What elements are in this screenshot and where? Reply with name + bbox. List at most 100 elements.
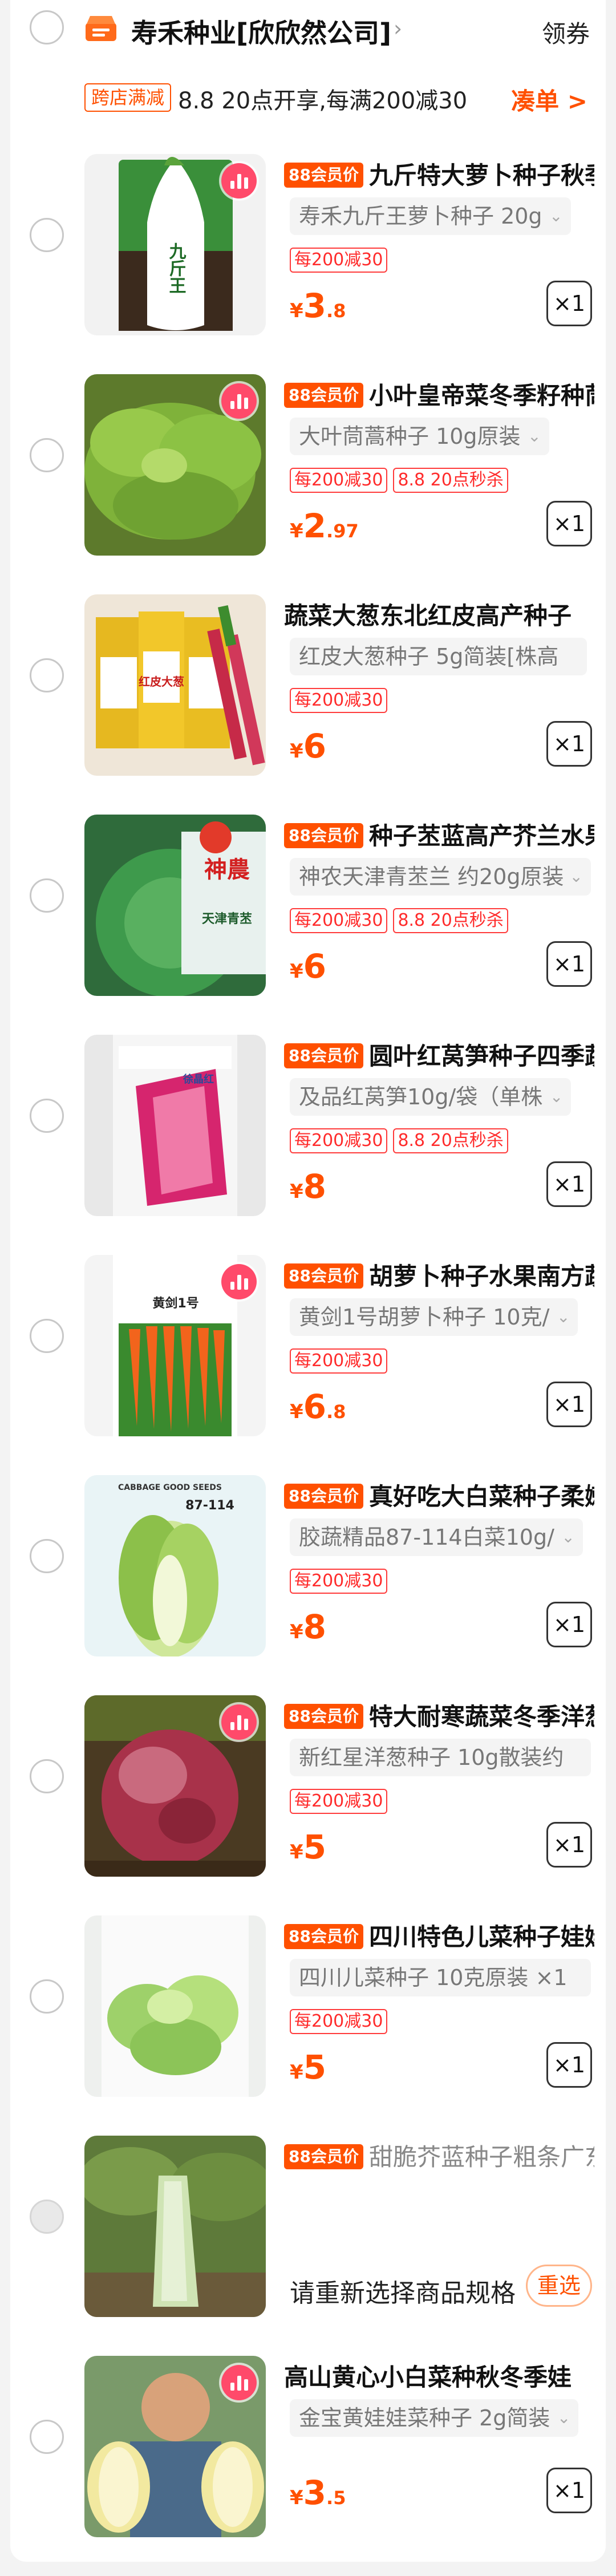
product-image[interactable] [84,1695,266,1877]
promo-tags: 每200减30 [290,1569,393,1595]
item-title[interactable]: 88会员价 四川特色儿菜种子娃娃 [284,1918,594,1952]
shop-select-radio[interactable] [30,10,64,44]
sku-text: 四川儿菜种子 10克原装 ×1 [299,1965,568,1990]
quantity-button[interactable]: ×1 [546,721,592,767]
sku-selector[interactable]: 金宝黄娃娃菜种子 2g简装 ⌄ [290,2399,579,2437]
product-image[interactable] [84,374,266,556]
sku-selector[interactable]: 大叶茼蒿种子 10g原装 ⌄ [290,418,549,455]
product-image[interactable] [84,2136,266,2317]
item-select-radio[interactable] [30,2420,64,2454]
sku-selector[interactable]: 神农天津青苤兰 约20g原装 ⌄ [290,858,591,896]
cart-shop-card: 寿禾种业[欣欣然公司] › 领券 跨店满减 8.8 20点开享,每满200减30… [10,0,606,2562]
promo-row: 跨店满减 8.8 20点开享,每满200减30 凑单 > [10,74,606,120]
vip-price-badge: 88会员价 [284,163,363,188]
vip-price-badge: 88会员价 [284,1704,363,1729]
sku-text: 神农天津青苤兰 约20g原装 [299,864,564,889]
discount-tag: 每200减30 [290,688,388,713]
item-title-text: 甜脆芥蓝种子粗条广东 [368,2143,594,2171]
cart-item: 88会员价 特大耐寒蔬菜冬季洋葱 新红星洋葱种子 10g散装约 每200减30 ¥… [10,1695,606,1915]
cart-item: 神農 天津青苤 88会员价 种子苤蓝高产芥兰水果 神农天津青苤兰 约20g原装 ⌄ … [10,815,606,1035]
promo-text: 8.8 20点开享,每满200减30 [178,88,468,114]
sku-selector[interactable]: 四川儿菜种子 10克原装 ×1 [290,1959,591,1996]
item-title[interactable]: 88会员价 九斤特大萝卜种子秋季 [284,156,594,191]
discount-tag: 每200减30 [290,1789,388,1814]
cart-item: 高山黄心小白菜种秋冬季娃 金宝黄娃娃菜种子 2g简装 ⌄ ¥3.5 ×1 [10,2356,606,2576]
item-select-radio[interactable] [30,878,64,913]
sku-selector[interactable]: 寿禾九斤王萝卜种子 20g ⌄ [290,197,571,235]
item-title[interactable]: 88会员价 真好吃大白菜种子柔嫩 [284,1477,594,1512]
cart-item: 黄剑1号 88会员价 胡萝卜种子水果南方蔬 黄剑1号胡萝卜种子 10克/ ⌄ 每20… [10,1255,606,1475]
discount-tag: 每200减30 [290,2009,388,2034]
sku-text: 红皮大葱种子 5g简装[株高 [299,644,559,669]
item-select-radio[interactable] [30,1319,64,1353]
item-price: ¥6 [290,947,327,986]
add-items-link[interactable]: 凑单 > [511,82,587,117]
item-title[interactable]: 88会员价 甜脆芥蓝种子粗条广东 [284,2138,594,2172]
promo-tags: 每200减30 8.8 20点秒杀 [290,1128,514,1155]
hot-trend-icon [221,163,257,199]
sku-selector[interactable]: 胶蔬精品87-114白菜10g/ ⌄ [290,1518,583,1556]
quantity-button[interactable]: ×1 [546,1602,592,1647]
discount-tag: 每200减30 [290,248,388,273]
flash-sale-tag: 8.8 20点秒杀 [393,1128,508,1153]
hot-trend-icon [221,1704,257,1740]
product-image[interactable]: 徐晶红 [84,1035,266,1216]
sku-selector[interactable]: 黄剑1号胡萝卜种子 10克/ ⌄ [290,1298,578,1336]
promo-tags: 每200减30 8.8 20点秒杀 [290,468,514,494]
item-select-radio[interactable] [30,438,64,472]
coupon-button[interactable]: 领券 [542,15,590,50]
quantity-button[interactable]: ×1 [546,281,592,326]
item-price: ¥6 [290,727,327,765]
product-image[interactable]: 黄剑1号 [84,1255,266,1436]
quantity-button[interactable]: ×1 [546,1382,592,1427]
quantity-button[interactable]: ×1 [546,1161,592,1207]
discount-tag: 每200减30 [290,1569,388,1594]
sku-selector[interactable]: 及品红莴笋10g/袋（单株 ⌄ [290,1078,572,1116]
item-select-radio[interactable] [30,1759,64,1793]
item-title[interactable]: 88会员价 小叶皇帝菜冬季籽种茼 [284,376,594,411]
item-price: ¥2.97 [290,507,359,545]
quantity-button[interactable]: ×1 [546,1822,592,1868]
item-select-radio[interactable] [30,1099,64,1133]
item-title[interactable]: 88会员价 种子苤蓝高产芥兰水果 [284,817,594,851]
shop-name[interactable]: 寿禾种业[欣欣然公司] [131,13,391,50]
promo-tag: 跨店满减 [84,83,172,112]
item-title-text: 蔬菜大葱东北红皮高产种子 [284,602,572,630]
item-title-text: 种子苤蓝高产芥兰水果 [368,822,594,850]
item-select-radio[interactable] [30,1539,64,1573]
sku-text: 金宝黄娃娃菜种子 2g简装 [299,2405,550,2431]
product-image[interactable]: 红皮大葱 [84,594,266,776]
product-image[interactable] [84,2356,266,2537]
item-select-radio[interactable] [30,658,64,692]
vip-price-badge: 88会员价 [284,1263,363,1289]
item-select-radio[interactable] [30,218,64,252]
vip-price-badge: 88会员价 [284,2144,363,2169]
quantity-button[interactable]: ×1 [546,941,592,987]
quantity-button[interactable]: ×1 [546,2042,592,2088]
cart-item: 红皮大葱 蔬菜大葱东北红皮高产种子 红皮大葱种子 5g简装[株高 每200减30… [10,594,606,815]
item-title[interactable]: 88会员价 胡萝卜种子水果南方蔬 [284,1257,594,1291]
item-title[interactable]: 88会员价 圆叶红莴笋种子四季蔬 [284,1037,594,1071]
quantity-button[interactable]: ×1 [546,2468,592,2513]
item-title[interactable]: 高山黄心小白菜种秋冬季娃 [284,2358,594,2392]
reselect-button[interactable]: 重选 [526,2265,592,2307]
item-title-text: 圆叶红莴笋种子四季蔬 [368,1042,594,1070]
shop-icon [84,15,117,42]
vip-price-badge: 88会员价 [284,383,363,408]
item-price: ¥3.8 [290,286,346,325]
product-image[interactable]: 神農 天津青苤 [84,815,266,996]
item-price: ¥3.5 [290,2473,346,2512]
item-title-text: 特大耐寒蔬菜冬季洋葱 [368,1703,594,1731]
product-image[interactable] [84,1915,266,2097]
item-title[interactable]: 蔬菜大葱东北红皮高产种子 [284,597,594,631]
sku-selector[interactable]: 新红星洋葱种子 10g散装约 [290,1739,591,1776]
product-image[interactable]: CABBAGE GOOD SEEDS 87-114 [84,1475,266,1656]
quantity-button[interactable]: ×1 [546,501,592,546]
product-image[interactable]: 九斤王 [84,154,266,335]
item-select-radio[interactable] [30,1979,64,2014]
sku-selector[interactable]: 红皮大葱种子 5g简装[株高 [290,638,587,675]
chevron-right-icon[interactable]: › [394,16,402,41]
item-title[interactable]: 88会员价 特大耐寒蔬菜冬季洋葱 [284,1698,594,1732]
variety-text: 87-114 [185,1498,234,1513]
sku-text: 大叶茼蒿种子 10g原装 [299,424,521,449]
